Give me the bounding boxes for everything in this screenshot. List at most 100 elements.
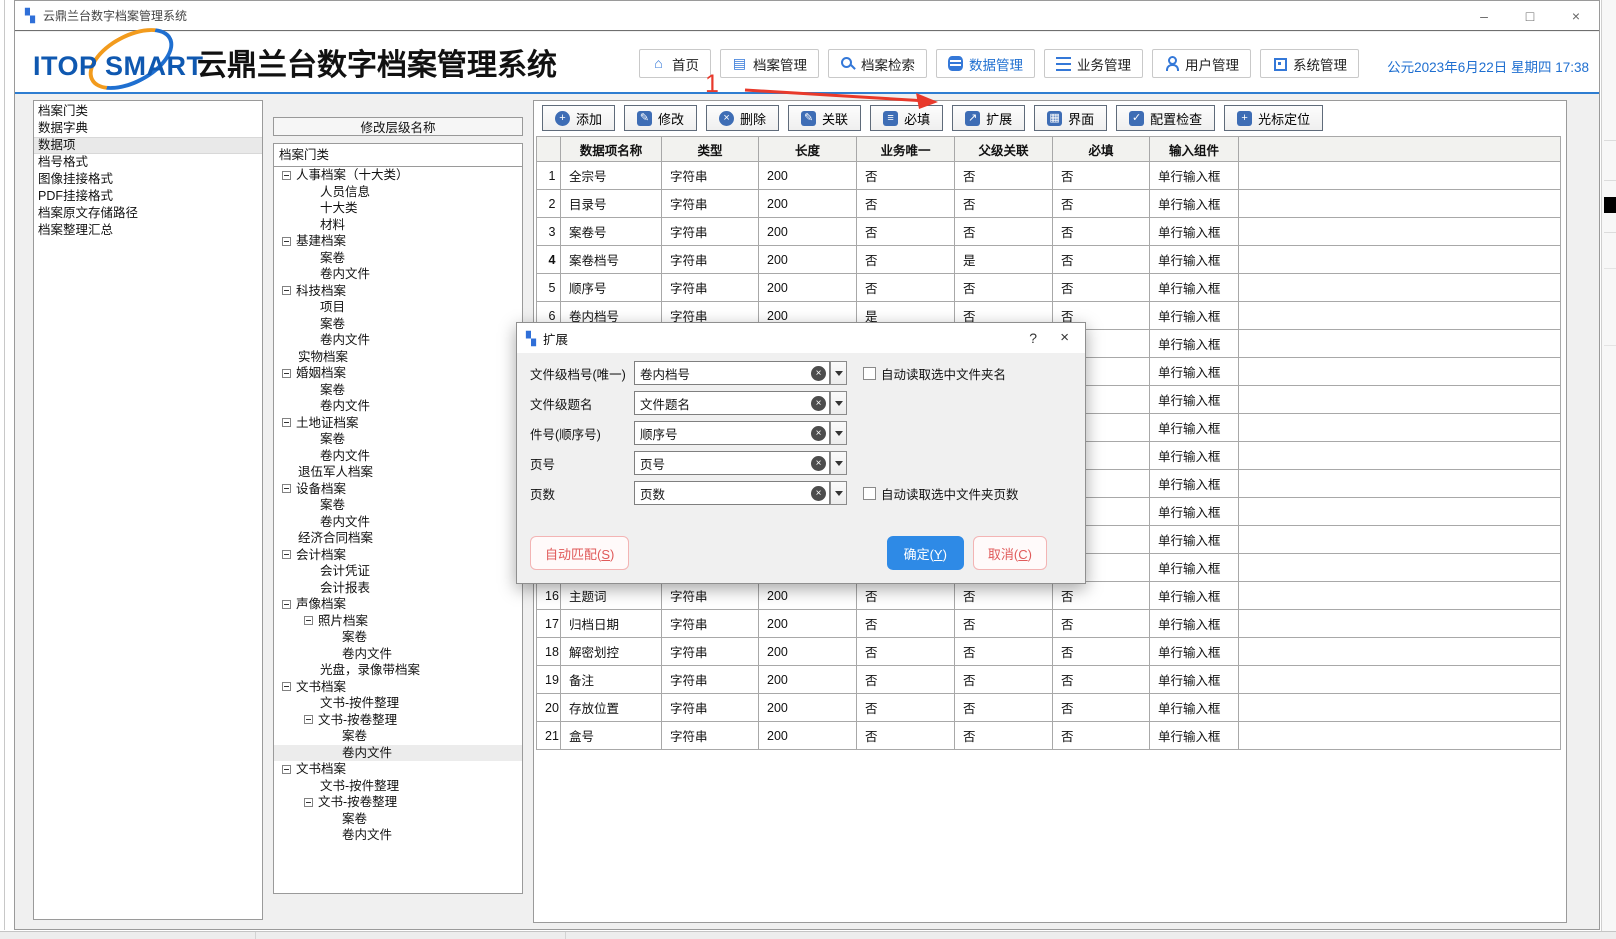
sidebar-item-档案门类[interactable]: 档案门类 [34, 103, 262, 120]
clear-icon[interactable]: × [811, 366, 826, 381]
tree-expand-icon[interactable] [304, 616, 313, 625]
tree-expand-icon[interactable] [282, 600, 291, 609]
dialog-close-icon[interactable]: × [1060, 329, 1069, 346]
tree-expand-icon[interactable] [282, 765, 291, 774]
tree-node-声像档案[interactable]: 声像档案 [274, 596, 522, 613]
clear-icon[interactable]: × [811, 486, 826, 501]
tree-expand-icon[interactable] [282, 418, 291, 427]
checkbox[interactable] [863, 367, 876, 380]
table-row[interactable]: 21盒号字符串200否否否单行输入框 [537, 722, 1561, 750]
sidebar-item-档案原文存储路径[interactable]: 档案原文存储路径 [34, 205, 262, 222]
chevron-down-icon[interactable] [830, 391, 847, 415]
tree-node-文书档案[interactable]: 文书档案 [274, 679, 522, 696]
toolbar-config-check-button[interactable]: ✓配置检查 [1116, 105, 1215, 131]
tree-expand-icon[interactable] [282, 237, 291, 246]
tree-node-案卷[interactable]: 案卷 [274, 316, 522, 333]
sidebar-item-档号格式[interactable]: 档号格式 [34, 154, 262, 171]
tree-node-案卷[interactable]: 案卷 [274, 629, 522, 646]
chevron-down-icon[interactable] [830, 451, 847, 475]
toolbar-delete-button[interactable]: ×删除 [706, 105, 779, 131]
tree-node-文书-按件整理[interactable]: 文书-按件整理 [274, 778, 522, 795]
tree-node-案卷[interactable]: 案卷 [274, 382, 522, 399]
nav-item-业务管理[interactable]: 业务管理 [1044, 49, 1143, 78]
tree-node-卷内文件[interactable]: 卷内文件 [274, 745, 522, 762]
toolbar-expand-button[interactable]: ↗扩展 [952, 105, 1025, 131]
toolbar-required-button[interactable]: ≡必填 [870, 105, 943, 131]
table-row[interactable]: 2目录号字符串200否否否单行输入框 [537, 190, 1561, 218]
tree-node-会计凭证[interactable]: 会计凭证 [274, 563, 522, 580]
tree-expand-icon[interactable] [282, 286, 291, 295]
maximize-button[interactable]: □ [1507, 1, 1553, 30]
table-row[interactable]: 19备注字符串200否否否单行输入框 [537, 666, 1561, 694]
tree-node-人事档案（十大类）[interactable]: 人事档案（十大类） [274, 167, 522, 184]
toolbar-ui-button[interactable]: ▦界面 [1034, 105, 1107, 131]
tree-node-卷内文件[interactable]: 卷内文件 [274, 266, 522, 283]
tree-node-案卷[interactable]: 案卷 [274, 497, 522, 514]
tree-node-项目[interactable]: 项目 [274, 299, 522, 316]
sidebar-item-档案整理汇总[interactable]: 档案整理汇总 [34, 222, 262, 239]
cancel-button[interactable]: 取消(C) [973, 536, 1047, 570]
tree-node-文书-按卷整理[interactable]: 文书-按卷整理 [274, 712, 522, 729]
checkbox-option[interactable]: 自动读取选中文件夹页数 [863, 484, 1019, 503]
field-combo-文件级档号(唯一)[interactable]: 卷内档号× [634, 361, 830, 385]
chevron-down-icon[interactable] [830, 421, 847, 445]
table-row[interactable]: 18解密划控字符串200否否否单行输入框 [537, 638, 1561, 666]
tree-node-文书-按卷整理[interactable]: 文书-按卷整理 [274, 794, 522, 811]
toolbar-add-button[interactable]: +添加 [542, 105, 615, 131]
sidebar-item-数据字典[interactable]: 数据字典 [34, 120, 262, 137]
field-combo-件号(顺序号)[interactable]: 顺序号× [634, 421, 830, 445]
toolbar-link-button[interactable]: ✎关联 [788, 105, 861, 131]
tree-node-材料[interactable]: 材料 [274, 217, 522, 234]
clear-icon[interactable]: × [811, 396, 826, 411]
tree-node-文书档案[interactable]: 文书档案 [274, 761, 522, 778]
checkbox-option[interactable]: 自动读取选中文件夹名 [863, 364, 1006, 383]
tree-node-科技档案[interactable]: 科技档案 [274, 283, 522, 300]
tree-node-案卷[interactable]: 案卷 [274, 431, 522, 448]
table-row[interactable]: 1全宗号字符串200否否否单行输入框 [537, 162, 1561, 190]
tree-node-婚姻档案[interactable]: 婚姻档案 [274, 365, 522, 382]
tree-node-案卷[interactable]: 案卷 [274, 250, 522, 267]
checkbox[interactable] [863, 487, 876, 500]
auto-match-button[interactable]: 自动匹配(S) [530, 536, 629, 570]
table-row[interactable]: 17归档日期字符串200否否否单行输入框 [537, 610, 1561, 638]
chevron-down-icon[interactable] [830, 481, 847, 505]
table-row[interactable]: 16主题词字符串200否否否单行输入框 [537, 582, 1561, 610]
tree-node-案卷[interactable]: 案卷 [274, 811, 522, 828]
minimize-button[interactable]: – [1461, 1, 1507, 30]
field-combo-页号[interactable]: 页号× [634, 451, 830, 475]
tree-node-照片档案[interactable]: 照片档案 [274, 613, 522, 630]
nav-item-首页[interactable]: 首页 [639, 49, 711, 78]
tree-node-土地证档案[interactable]: 土地证档案 [274, 415, 522, 432]
sidebar-item-图像挂接格式[interactable]: 图像挂接格式 [34, 171, 262, 188]
tree-expand-icon[interactable] [304, 715, 313, 724]
tree-node-会计报表[interactable]: 会计报表 [274, 580, 522, 597]
tree-expand-icon[interactable] [282, 484, 291, 493]
table-row[interactable]: 3案卷号字符串200否否否单行输入框 [537, 218, 1561, 246]
toolbar-cursor-locate-button[interactable]: +光标定位 [1224, 105, 1323, 131]
nav-item-档案检索[interactable]: 档案检索 [828, 49, 927, 78]
sidebar-item-数据项[interactable]: 数据项 [34, 137, 262, 154]
tree-node-十大类[interactable]: 十大类 [274, 200, 522, 217]
nav-item-系统管理[interactable]: 系统管理 [1260, 49, 1359, 78]
dialog-help-button[interactable]: ? [1029, 330, 1037, 346]
tree-node-卷内文件[interactable]: 卷内文件 [274, 448, 522, 465]
tree-expand-icon[interactable] [282, 682, 291, 691]
tree-expand-icon[interactable] [304, 798, 313, 807]
table-row[interactable]: 4案卷档号字符串200否是否单行输入框 [537, 246, 1561, 274]
tree-node-卷内文件[interactable]: 卷内文件 [274, 514, 522, 531]
rename-level-button[interactable]: 修改层级名称 [273, 117, 523, 136]
tree-expand-icon[interactable] [282, 550, 291, 559]
table-row[interactable]: 20存放位置字符串200否否否单行输入框 [537, 694, 1561, 722]
field-combo-文件级题名[interactable]: 文件题名× [634, 391, 830, 415]
tree-node-案卷[interactable]: 案卷 [274, 728, 522, 745]
ok-button[interactable]: 确定(Y) [887, 536, 964, 570]
tree-node-会计档案[interactable]: 会计档案 [274, 547, 522, 564]
tree-expand-icon[interactable] [282, 171, 291, 180]
tree-node-卷内文件[interactable]: 卷内文件 [274, 332, 522, 349]
nav-item-数据管理[interactable]: 数据管理 [936, 49, 1035, 78]
tree-node-文书-按件整理[interactable]: 文书-按件整理 [274, 695, 522, 712]
tree-node-退伍军人档案[interactable]: 退伍军人档案 [274, 464, 522, 481]
nav-item-档案管理[interactable]: 档案管理 [720, 49, 819, 78]
tree-node-卷内文件[interactable]: 卷内文件 [274, 646, 522, 663]
clear-icon[interactable]: × [811, 426, 826, 441]
